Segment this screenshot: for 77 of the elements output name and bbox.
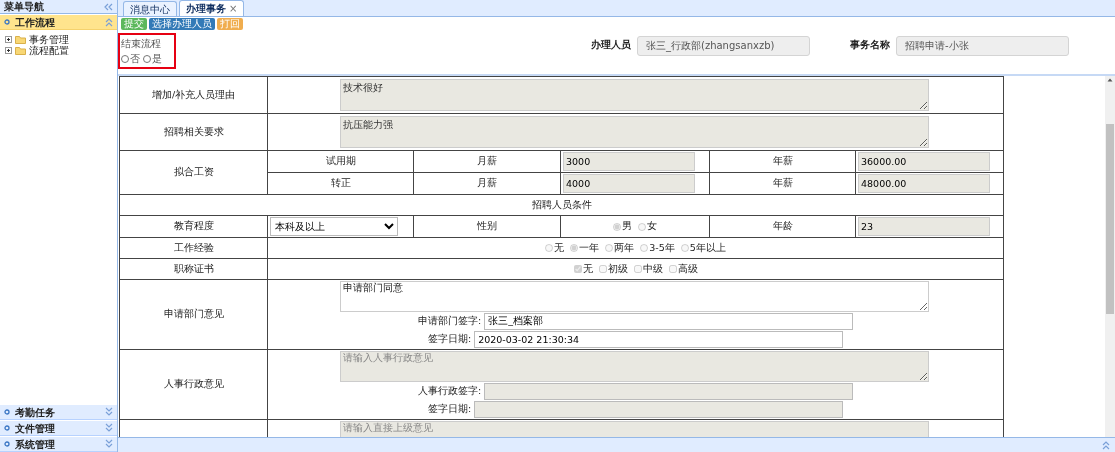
- table-cell: 人事行政意见: [119, 349, 268, 420]
- folder-icon: [15, 35, 26, 44]
- scroll-up-icon[interactable]: [1106, 76, 1114, 84]
- option-label: 无: [554, 240, 565, 255]
- field-label: 签字日期:: [427, 332, 472, 347]
- option-label: 否: [130, 52, 140, 66]
- tree-item[interactable]: 事务管理: [29, 34, 69, 45]
- radio-button[interactable]: [121, 54, 129, 63]
- tree-item[interactable]: 流程配置: [29, 45, 69, 56]
- option-label: 3-5年: [649, 240, 675, 255]
- chevron-icon[interactable]: [105, 439, 113, 449]
- table-cell: 年薪: [709, 172, 856, 195]
- chevron-icon[interactable]: [105, 407, 113, 417]
- input-field[interactable]: 23: [858, 217, 990, 236]
- option-label: 中级: [642, 261, 663, 276]
- table-cell: 月薪: [413, 172, 561, 195]
- option-label: 男: [622, 219, 632, 234]
- accordion-header[interactable]: 考勤任务: [0, 404, 117, 420]
- sidebar-title: 菜单导航: [4, 0, 44, 14]
- close-icon[interactable]: ×: [229, 1, 238, 16]
- option-label: 初级: [607, 261, 628, 276]
- table-cell: 年龄: [709, 215, 856, 238]
- accordion-header[interactable]: 系统管理: [0, 436, 117, 452]
- option-label: 两年: [614, 240, 635, 255]
- bullet-icon: [4, 425, 10, 431]
- select-field[interactable]: 本科及以上: [270, 217, 398, 236]
- table-cell: 试用期: [267, 150, 414, 173]
- input-field[interactable]: 张三_行政部(zhangsanxzb): [637, 36, 810, 56]
- bullet-icon: [4, 19, 10, 25]
- tab[interactable]: 消息中心: [123, 1, 177, 16]
- option-label: 5年以上: [689, 240, 726, 255]
- table-cell: 职称证书: [119, 258, 268, 280]
- field-label: 人事行政签字:: [417, 384, 482, 399]
- input-field[interactable]: 2020-03-02 21:30:34: [474, 331, 844, 348]
- chevron-icon[interactable]: [105, 423, 113, 433]
- table-cell: 招聘人员条件: [119, 194, 1004, 216]
- table-cell: 年薪: [709, 150, 856, 173]
- scrollbar-thumb[interactable]: [1106, 124, 1114, 314]
- field-label: 结束流程: [121, 37, 162, 51]
- table-cell: 招聘相关要求: [119, 113, 268, 151]
- radio-button[interactable]: [142, 54, 151, 63]
- tab[interactable]: 办理事务 ×: [179, 0, 245, 16]
- table-cell: 工作经验: [119, 237, 268, 259]
- option-label: 女: [647, 219, 657, 234]
- table-cell: 教育程度: [119, 215, 268, 238]
- input-field[interactable]: 48000.00: [858, 174, 990, 193]
- toolbar-button[interactable]: 选择办理人员: [149, 18, 215, 30]
- option-label: 无: [582, 261, 593, 276]
- folder-icon: [15, 46, 26, 55]
- field-label: 签字日期:: [427, 402, 472, 417]
- table-cell: 增加/补充人员理由: [119, 76, 268, 114]
- bullet-icon: [4, 409, 10, 415]
- input-field[interactable]: 招聘申请-小张: [896, 36, 1069, 56]
- expand-icon[interactable]: [5, 36, 12, 43]
- input-field[interactable]: 张三_档案部: [484, 313, 854, 330]
- accordion-header[interactable]: 工作流程: [0, 14, 117, 30]
- field-label: 办理人员: [591, 38, 631, 52]
- option-label: 一年: [579, 240, 600, 255]
- chevron-icon[interactable]: [105, 17, 113, 27]
- scrollbar[interactable]: [1105, 76, 1115, 437]
- option-label: 是: [151, 52, 162, 66]
- accordion-header[interactable]: 文件管理: [0, 420, 117, 436]
- table-cell: 转正: [267, 172, 414, 195]
- table-cell: 性别: [413, 215, 561, 238]
- input-field[interactable]: 36000.00: [858, 152, 990, 171]
- input-field[interactable]: 4000: [563, 174, 695, 193]
- text-area[interactable]: 申请部门同意: [340, 281, 929, 312]
- expand-icon[interactable]: [5, 47, 12, 54]
- table-cell: 月薪: [413, 150, 561, 173]
- input-field[interactable]: 3000: [563, 152, 695, 171]
- bullet-icon: [4, 441, 10, 447]
- option-label: 高级: [677, 261, 698, 276]
- field-label: 申请部门签字:: [417, 314, 482, 329]
- table-cell: 申请部门意见: [119, 279, 268, 350]
- field-label: 事务名称: [850, 38, 890, 52]
- table-cell: 拟合工资: [119, 150, 268, 195]
- collapse-icon[interactable]: [103, 2, 113, 11]
